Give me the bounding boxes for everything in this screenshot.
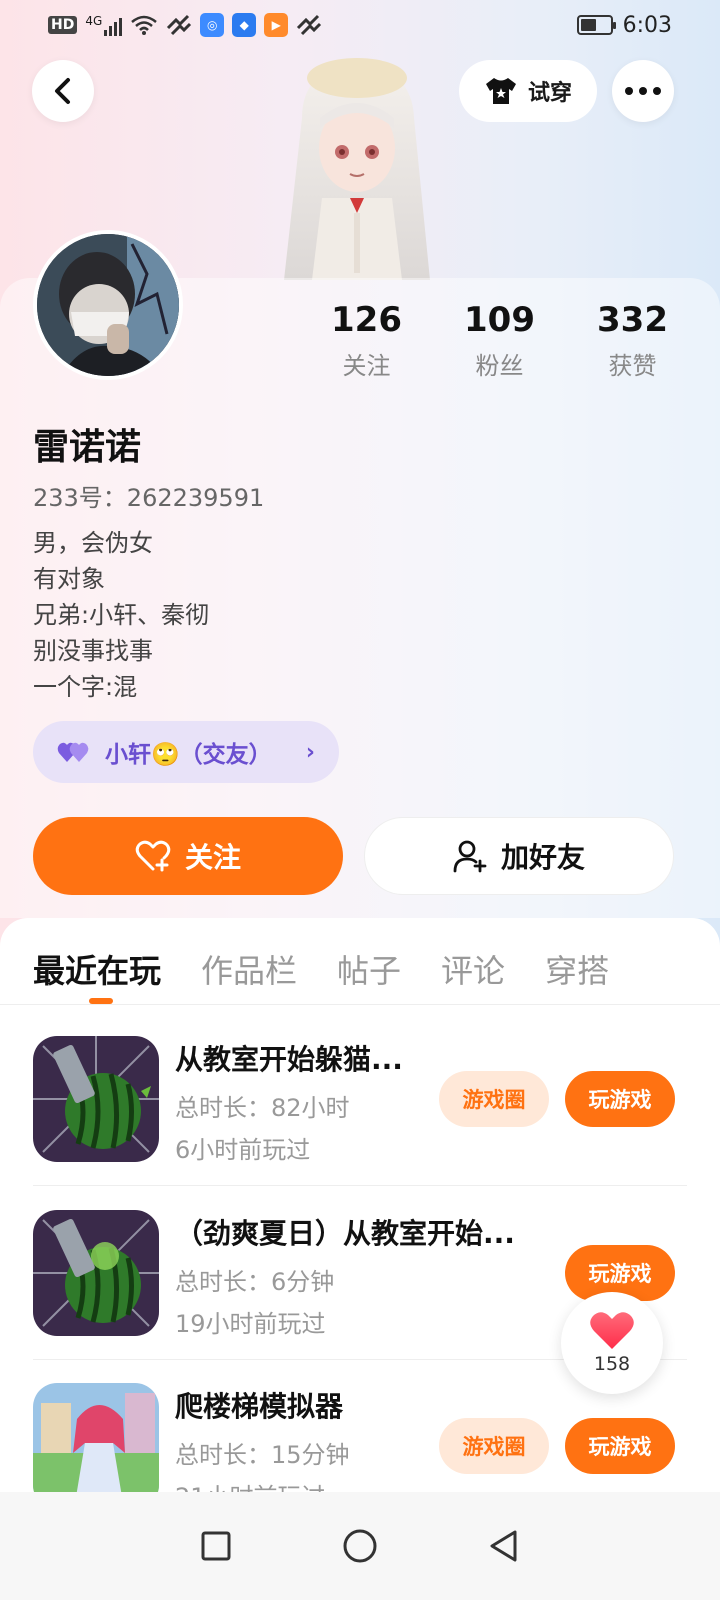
relationship-label: 小轩🙄（交友） bbox=[105, 742, 272, 768]
add-friend-button[interactable]: 加好友 bbox=[364, 817, 674, 895]
battery-icon bbox=[576, 15, 616, 35]
play-game-button[interactable]: 玩游戏 bbox=[565, 1418, 675, 1474]
avatar-character[interactable] bbox=[262, 48, 452, 280]
game-item[interactable]: 从教室开始躲猫... 总时长：82小时 6小时前玩过 游戏圈 玩游戏 bbox=[33, 1036, 687, 1164]
status-left: HD 4G ◎ ◆ ▶ bbox=[48, 13, 322, 37]
play-game-button[interactable]: 玩游戏 bbox=[565, 1071, 675, 1127]
profile-name: 雷诺诺 bbox=[33, 427, 142, 468]
stats-row: 126 关注 109 粉丝 332 获赞 bbox=[300, 298, 700, 381]
more-button[interactable] bbox=[612, 60, 674, 122]
follow-label: 关注 bbox=[184, 841, 241, 874]
profile-bio: 男，会伪女 有对象 兄弟:小轩、秦彻 别没事找事 一个字:混 bbox=[33, 525, 209, 705]
stat-value: 126 bbox=[331, 300, 402, 340]
relationship-badge[interactable]: 小轩🙄（交友） › bbox=[33, 721, 339, 783]
add-friend-label: 加好友 bbox=[500, 841, 585, 874]
divider bbox=[0, 1004, 720, 1005]
bio-line: 一个字:混 bbox=[33, 673, 138, 701]
network-type: 4G bbox=[85, 14, 103, 28]
stat-label: 获赞 bbox=[608, 352, 657, 380]
app-notification-icon: ▶ bbox=[264, 13, 289, 37]
user-plus-icon bbox=[453, 840, 487, 873]
stat-likes[interactable]: 332 获赞 bbox=[566, 298, 699, 381]
app-notification-icon: ◆ bbox=[232, 13, 257, 37]
stat-value: 332 bbox=[597, 300, 668, 340]
game-duration: 总时长：6分钟 bbox=[175, 1268, 335, 1296]
game-circle-button[interactable]: 游戏圈 bbox=[439, 1418, 549, 1474]
tshirt-icon bbox=[485, 78, 516, 104]
stat-followers[interactable]: 109 粉丝 bbox=[433, 298, 566, 381]
battery-fill bbox=[580, 19, 596, 31]
tab-comments[interactable]: 评论 bbox=[441, 946, 505, 992]
game-icon bbox=[33, 1210, 159, 1336]
stat-label: 关注 bbox=[342, 352, 391, 380]
tab-posts[interactable]: 帖子 bbox=[337, 946, 401, 992]
game-icon bbox=[33, 1036, 159, 1162]
game-last-played: 19小时前玩过 bbox=[175, 1310, 326, 1338]
game-duration: 总时长：82小时 bbox=[175, 1094, 350, 1122]
bio-line: 男，会伪女 bbox=[33, 529, 153, 557]
wifi-icon bbox=[131, 15, 158, 35]
like-button[interactable]: 158 bbox=[561, 1292, 663, 1394]
tab-outfits[interactable]: 穿搭 bbox=[545, 946, 609, 992]
heart-icon bbox=[590, 1312, 634, 1349]
hd-badge: HD bbox=[48, 16, 78, 34]
signal-icon: 4G bbox=[85, 14, 123, 36]
stat-following[interactable]: 126 关注 bbox=[300, 298, 433, 381]
follow-button[interactable]: 关注 bbox=[33, 817, 343, 895]
avatar[interactable] bbox=[33, 230, 183, 380]
status-right: 6:03 bbox=[576, 12, 672, 38]
back-nav-icon[interactable] bbox=[488, 1529, 520, 1563]
try-on-button[interactable]: 试穿 bbox=[459, 60, 597, 122]
bio-line: 兄弟:小轩、秦彻 bbox=[33, 601, 210, 629]
back-button[interactable] bbox=[32, 60, 94, 122]
game-last-played: 6小时前玩过 bbox=[175, 1136, 311, 1164]
app-notification-icon bbox=[167, 14, 192, 36]
bio-line: 别没事找事 bbox=[33, 637, 153, 665]
game-icon bbox=[33, 1383, 159, 1509]
profile-uid[interactable]: 233号：262239591 bbox=[33, 478, 264, 513]
game-circle-button[interactable]: 游戏圈 bbox=[439, 1071, 549, 1127]
bio-line: 有对象 bbox=[33, 565, 105, 593]
more-dots-icon bbox=[625, 87, 661, 95]
tab-bar: 最近在玩 作品栏 帖子 评论 穿搭 bbox=[33, 946, 609, 1004]
tab-recently-played[interactable]: 最近在玩 bbox=[33, 946, 161, 1004]
double-heart-icon bbox=[57, 742, 89, 762]
chevron-left-icon bbox=[55, 78, 70, 104]
app-notification-icon: ◎ bbox=[200, 13, 225, 37]
recents-icon[interactable] bbox=[200, 1530, 232, 1562]
try-on-label: 试穿 bbox=[527, 81, 572, 106]
content-sheet: 最近在玩 作品栏 帖子 评论 穿搭 从教室开始躲猫... 总时长：82小时 6小… bbox=[0, 918, 720, 1518]
stat-value: 109 bbox=[464, 300, 535, 340]
divider bbox=[33, 1185, 687, 1186]
home-icon[interactable] bbox=[342, 1528, 378, 1564]
game-duration: 总时长：15分钟 bbox=[175, 1441, 350, 1469]
stat-label: 粉丝 bbox=[475, 352, 524, 380]
status-bar: HD 4G ◎ ◆ ▶ 6:03 bbox=[0, 0, 720, 50]
game-title: 爬楼梯模拟器 bbox=[175, 1390, 344, 1423]
app-notification-icon bbox=[297, 14, 322, 36]
clock: 6:03 bbox=[622, 12, 672, 38]
heart-plus-icon bbox=[135, 840, 171, 872]
game-title: 从教室开始躲猫... bbox=[175, 1043, 403, 1076]
system-nav-bar bbox=[0, 1492, 720, 1600]
chevron-right-icon: › bbox=[305, 739, 315, 765]
game-title: （劲爽夏日）从教室开始... bbox=[175, 1217, 515, 1250]
like-count: 158 bbox=[593, 1353, 631, 1375]
tab-works[interactable]: 作品栏 bbox=[201, 946, 297, 992]
